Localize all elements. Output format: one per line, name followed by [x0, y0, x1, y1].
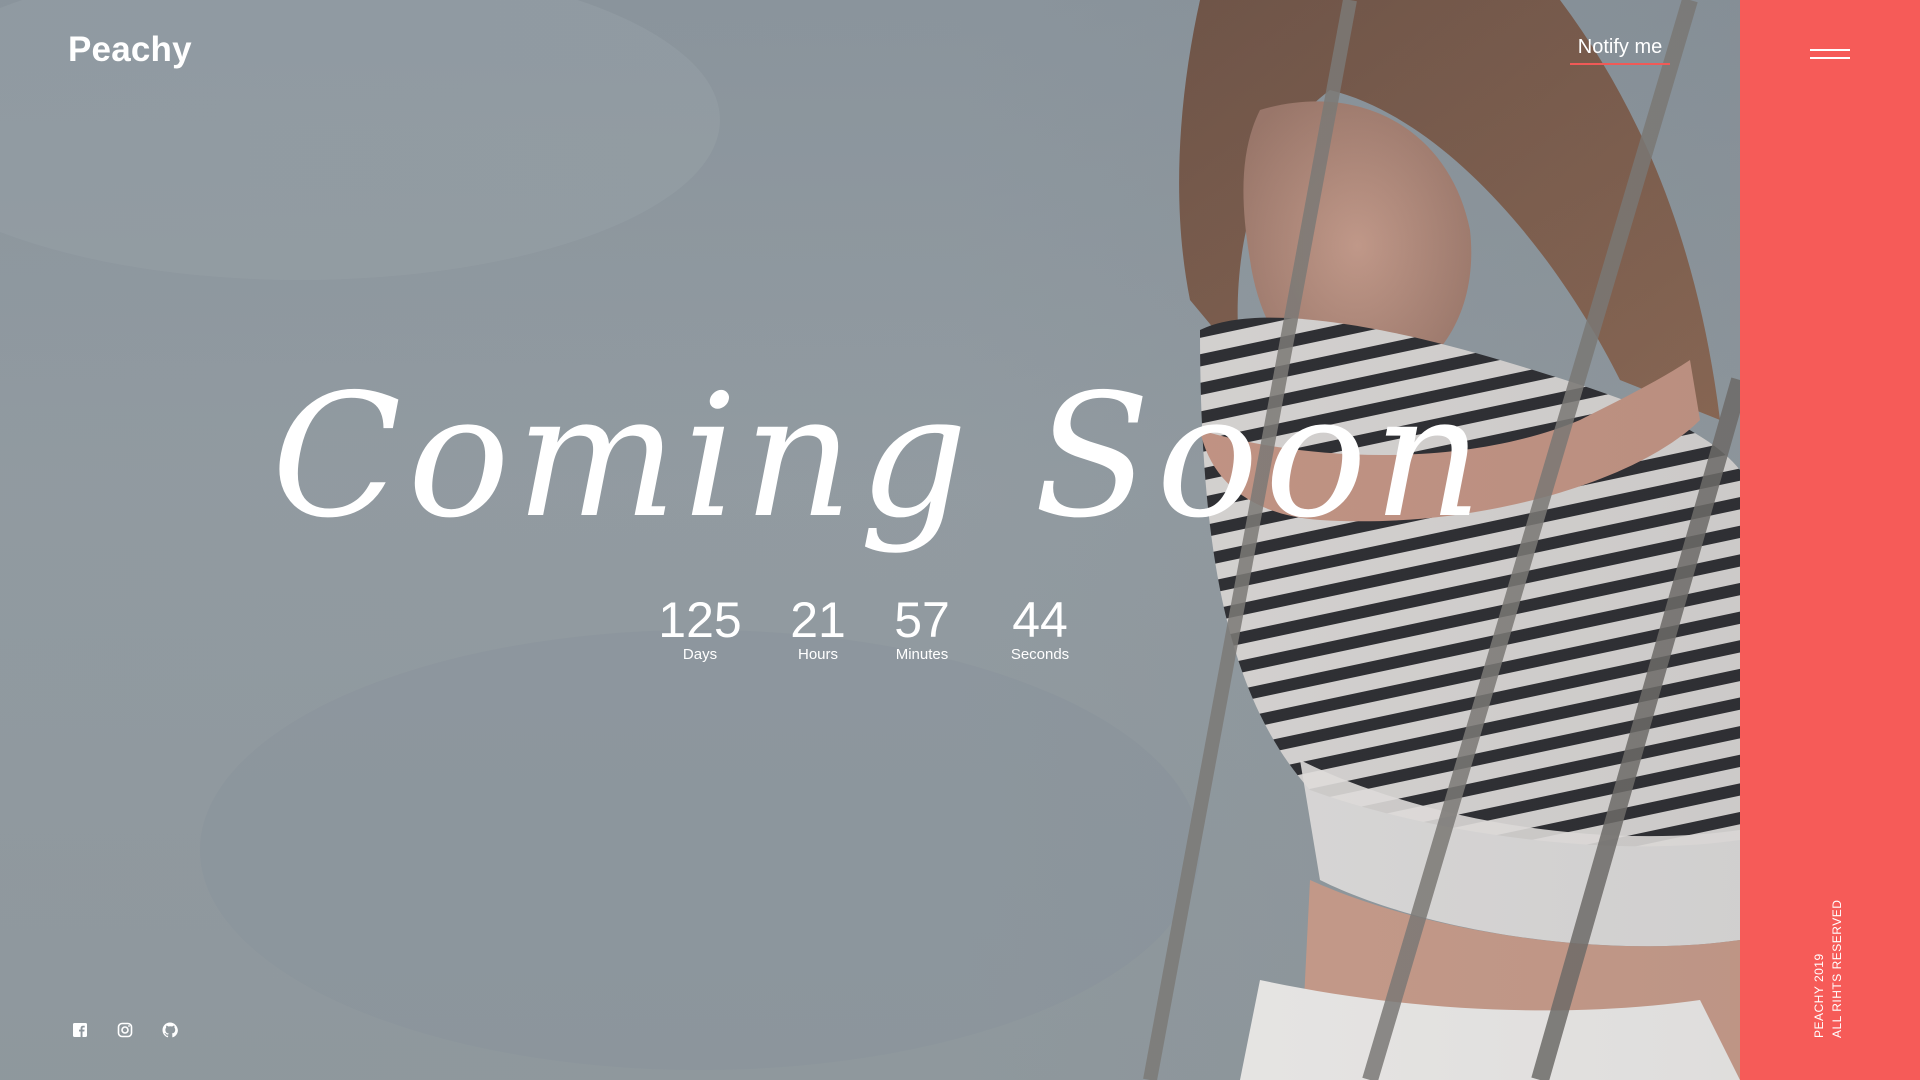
countdown-seconds: 44 Seconds: [990, 592, 1090, 664]
countdown-hours-label: Hours: [797, 646, 838, 663]
countdown-seconds-label: Seconds: [1010, 646, 1070, 663]
menu-line: [1810, 57, 1850, 59]
notify-me-link[interactable]: Notify me: [1570, 36, 1670, 65]
github-icon[interactable]: [162, 1022, 180, 1040]
facebook-icon[interactable]: [72, 1022, 90, 1040]
countdown-minutes-value: 57: [894, 592, 950, 648]
copyright-line-1: PEACHY 2019: [1812, 953, 1826, 1038]
brand-logo[interactable]: Peachy: [68, 30, 192, 70]
copyright: PEACHY 2019 ALL RIHTS RESERVED: [1812, 900, 1852, 1040]
headline: Coming Soon: [250, 300, 1510, 590]
social-links: [72, 1022, 192, 1042]
countdown-minutes: 57 Minutes: [877, 592, 967, 664]
menu-line: [1810, 49, 1850, 51]
countdown-minutes-label: Minutes: [895, 646, 949, 663]
copyright-line-2: ALL RIHTS RESERVED: [1830, 899, 1844, 1038]
countdown-days-label: Days: [682, 646, 718, 663]
instagram-icon[interactable]: [117, 1022, 135, 1040]
countdown-seconds-value: 44: [1012, 592, 1068, 648]
countdown: 125 Days 21 Hours 57 Minutes 44 Seconds: [640, 592, 1090, 672]
countdown-days: 125 Days: [640, 592, 760, 664]
headline-text: Coming Soon: [272, 358, 1489, 556]
countdown-days-value: 125: [658, 592, 742, 648]
hamburger-menu-icon[interactable]: [1810, 45, 1852, 65]
countdown-hours-value: 21: [790, 592, 846, 648]
countdown-hours: 21 Hours: [778, 592, 858, 664]
headline-script: Coming Soon: [272, 358, 1489, 556]
